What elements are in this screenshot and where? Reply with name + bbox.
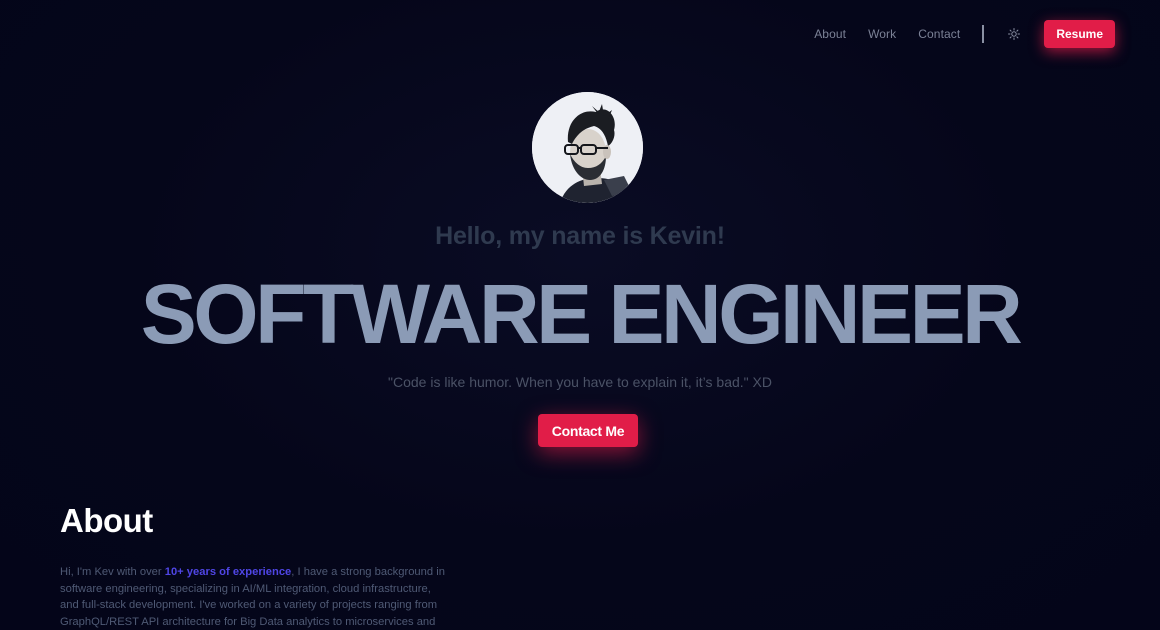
experience-highlight: 10+ years of experience xyxy=(164,566,292,578)
nav-link-about[interactable]: About xyxy=(814,27,846,41)
nav-link-contact[interactable]: Contact xyxy=(918,27,960,41)
about-paragraph: Hi, I'm Kev with over 10+ years of exper… xyxy=(60,564,450,630)
top-nav: About Work Contact Resume xyxy=(814,20,1115,48)
theme-toggle-button[interactable] xyxy=(1006,26,1022,42)
about-text-start: Hi, I'm Kev with over xyxy=(60,566,165,578)
contact-me-button[interactable]: Contact Me xyxy=(538,414,638,447)
portfolio-page: About Work Contact Resume Hello, my name… xyxy=(0,0,1160,630)
sun-icon xyxy=(1008,28,1021,40)
avatar xyxy=(532,92,643,203)
hero-title: SOFTWARE ENGINEER xyxy=(140,267,1023,361)
nav-link-work[interactable]: Work xyxy=(868,27,896,41)
resume-button[interactable]: Resume xyxy=(1044,20,1115,48)
hero-quote: "Code is like humor. When you have to ex… xyxy=(388,374,772,390)
profile-photo xyxy=(532,92,643,203)
hero-greeting: Hello, my name is Kevin! xyxy=(435,222,725,250)
about-heading: About xyxy=(60,502,153,539)
nav-divider xyxy=(982,25,985,43)
